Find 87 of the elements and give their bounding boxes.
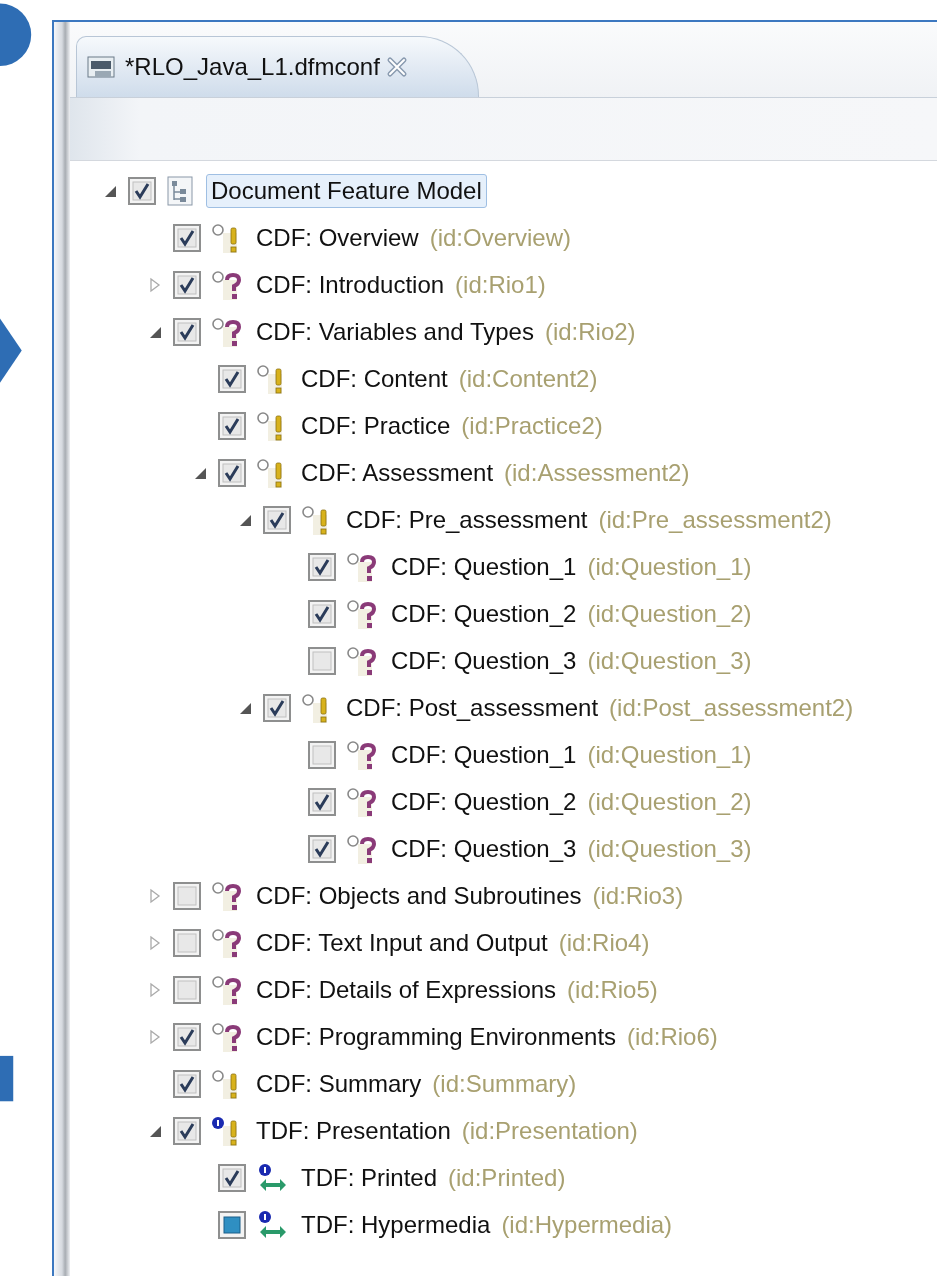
checkbox[interactable] — [173, 928, 201, 957]
question-mark-icon — [346, 833, 376, 864]
checkbox[interactable] — [218, 411, 246, 440]
tree-item-label[interactable]: CDF: Question_1 — [386, 737, 582, 772]
tree-item-label[interactable]: CDF: Question_2 — [386, 596, 582, 631]
item-id-text: (id:Post_assessment2) — [609, 693, 854, 722]
item-id-text: (id:Content2) — [458, 364, 598, 393]
item-id-text: (id:Summary) — [432, 1069, 577, 1098]
decorative-bar — [0, 1055, 14, 1102]
checkbox[interactable] — [308, 834, 336, 863]
item-id-text: (id:Rio1) — [455, 270, 546, 299]
item-id-text: (id:Question_3) — [587, 834, 752, 863]
question-mark-icon — [346, 739, 376, 770]
tree-item-label[interactable]: TDF: Printed — [296, 1160, 443, 1195]
checkbox[interactable] — [308, 599, 336, 628]
checkbox[interactable] — [173, 1116, 201, 1145]
tree-item-label[interactable]: CDF: Question_3 — [386, 643, 582, 678]
item-id-text: (id:Hypermedia) — [501, 1210, 673, 1239]
tree-item-label[interactable]: CDF: Practice — [296, 408, 456, 443]
checkbox[interactable] — [173, 223, 201, 252]
checkbox[interactable] — [173, 270, 201, 299]
question-mark-icon — [346, 598, 376, 629]
tree-item-label[interactable]: CDF: Assessment — [296, 455, 499, 490]
tree-item-label[interactable]: CDF: Objects and Subroutines — [251, 878, 587, 913]
tree-item-label[interactable]: CDF: Details of Expressions — [251, 972, 562, 1007]
tree-item-label[interactable]: CDF: Introduction — [251, 267, 450, 302]
item-id-text: (id:Rio5) — [567, 975, 658, 1004]
question-mark-icon — [346, 786, 376, 817]
checkbox[interactable] — [218, 364, 246, 393]
item-id-text: (id:Rio2) — [544, 317, 636, 346]
checkbox[interactable] — [218, 458, 246, 487]
tree-item-label[interactable]: CDF: Summary — [251, 1066, 427, 1101]
question-mark-icon — [211, 927, 241, 958]
tree-item-label[interactable]: TDF: Hypermedia — [296, 1207, 496, 1242]
tree-item-label[interactable]: CDF: Post_assessment — [341, 690, 604, 725]
tree-model-icon — [166, 175, 196, 206]
tree-item-label[interactable]: CDF: Content — [296, 361, 453, 396]
checkbox[interactable] — [173, 1022, 201, 1051]
question-mark-icon — [211, 974, 241, 1005]
item-id-text: (id:Question_2) — [587, 599, 752, 628]
tree-item-label[interactable]: Document Feature Model — [206, 173, 487, 208]
item-id-text: (id:Overview) — [429, 223, 572, 252]
info-arrows-icon — [256, 1162, 286, 1193]
checkbox[interactable] — [173, 317, 201, 346]
item-id-text: (id:Presentation) — [461, 1116, 638, 1145]
item-id-text: (id:Rio4) — [558, 928, 650, 957]
item-id-text: (id:Question_1) — [587, 552, 752, 581]
tree-item-label[interactable]: CDF: Variables and Types — [251, 314, 539, 349]
question-mark-icon — [211, 269, 241, 300]
item-id-text: (id:Rio3) — [592, 881, 684, 910]
checkbox[interactable] — [263, 693, 291, 722]
item-id-text: (id:Practice2) — [461, 411, 603, 440]
checkbox[interactable] — [308, 646, 336, 675]
tree-item-label[interactable]: CDF: Overview — [251, 220, 424, 255]
item-id-text: (id:Assessment2) — [504, 458, 690, 487]
question-mark-icon — [211, 880, 241, 911]
editor-tab[interactable]: *RLO_Java_L1.dfmconf — [76, 36, 479, 97]
tree-item-label[interactable]: CDF: Question_3 — [386, 831, 582, 866]
decorative-arrow — [0, 318, 22, 383]
checkbox[interactable] — [218, 1210, 246, 1239]
tree-item-label[interactable]: CDF: Question_1 — [386, 549, 582, 584]
checkbox[interactable] — [173, 881, 201, 910]
tree-item-label[interactable]: CDF: Text Input and Output — [251, 925, 553, 960]
question-mark-icon — [346, 551, 376, 582]
info-arrows-icon — [256, 1209, 286, 1240]
question-mark-icon — [346, 645, 376, 676]
item-id-text: (id:Printed) — [448, 1163, 566, 1192]
tree-item-label[interactable]: CDF: Question_2 — [386, 784, 582, 819]
checkbox[interactable] — [128, 176, 156, 205]
tree-item-label[interactable]: TDF: Presentation — [251, 1113, 456, 1148]
tree-item-label[interactable]: CDF: Programming Environments — [251, 1019, 622, 1054]
question-mark-icon — [211, 316, 241, 347]
item-id-text: (id:Question_2) — [587, 787, 752, 816]
checkbox[interactable] — [173, 975, 201, 1004]
checkbox[interactable] — [308, 740, 336, 769]
close-icon[interactable] — [385, 56, 408, 78]
item-id-text: (id:Question_3) — [587, 646, 752, 675]
checkbox[interactable] — [308, 552, 336, 581]
tree-item-label[interactable]: CDF: Pre_assessment — [341, 502, 593, 537]
item-id-text: (id:Question_1) — [587, 740, 752, 769]
checkbox[interactable] — [218, 1163, 246, 1192]
checkbox[interactable] — [308, 787, 336, 816]
question-mark-icon — [211, 1021, 241, 1052]
item-id-text: (id:Pre_assessment2) — [598, 505, 832, 534]
item-id-text: (id:Rio6) — [627, 1022, 718, 1051]
checkbox[interactable] — [173, 1069, 201, 1098]
checkbox[interactable] — [263, 505, 291, 534]
